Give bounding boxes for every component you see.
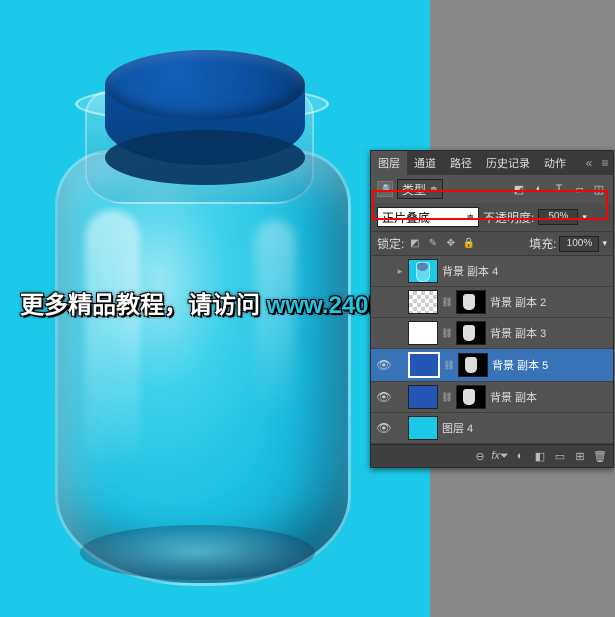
link-icon[interactable]: ⛓ [442, 392, 452, 402]
fx-icon[interactable]: fx⏷ [491, 448, 509, 464]
visibility-toggle[interactable]: 👁 [376, 389, 392, 405]
layer-name[interactable]: 背景 副本 2 [490, 294, 546, 310]
tab-channels[interactable]: 通道 [407, 151, 443, 175]
filter-type-label: 类型 [402, 181, 426, 198]
layer-row[interactable]: ⛓ 背景 副本 2 [371, 287, 613, 318]
lock-all-icon[interactable]: 🔒 [461, 236, 476, 251]
panel-menu-icon[interactable]: ≡ [597, 151, 613, 175]
layer-name[interactable]: 图层 4 [442, 420, 473, 436]
link-icon[interactable]: ⛓ [444, 360, 454, 370]
filter-row: 🔎 类型 ≑ ◩ ◐ T ▱ ◫ [371, 175, 613, 203]
filter-adjust-icon[interactable]: ◐ [531, 181, 547, 197]
lock-transparency-icon[interactable]: ◩ [407, 236, 422, 251]
group-icon[interactable]: ▭ [551, 448, 569, 464]
filter-type-icon[interactable]: T [551, 181, 567, 197]
layer-row[interactable]: 👁 ⛓ 背景 副本 5 [371, 349, 613, 382]
visibility-toggle[interactable]: 👁 [376, 420, 392, 436]
link-icon[interactable]: ⛓ [442, 328, 452, 338]
visibility-toggle[interactable]: 👁 [376, 357, 392, 373]
new-layer-icon[interactable]: ⊞ [571, 448, 589, 464]
tab-layers[interactable]: 图层 [371, 151, 407, 175]
layer-mask-thumbnail[interactable] [456, 321, 486, 345]
layer-name[interactable]: 背景 副本 5 [492, 357, 548, 373]
layer-thumbnail[interactable] [408, 259, 438, 283]
filter-shape-icon[interactable]: ▱ [571, 181, 587, 197]
blend-mode-dropdown[interactable]: 正片叠底 ≑ [377, 207, 479, 227]
link-icon[interactable]: ⛓ [442, 297, 452, 307]
mask-icon[interactable]: ◐ [511, 448, 529, 464]
layer-name[interactable]: 背景 副本 [490, 389, 537, 405]
group-chevron-icon[interactable]: ▸ [396, 266, 404, 277]
filter-type-dropdown[interactable]: 类型 ≑ [397, 179, 443, 199]
layer-row[interactable]: ▸ 背景 副本 4 [371, 256, 613, 287]
layer-thumbnail[interactable] [408, 290, 438, 314]
tab-actions[interactable]: 动作 [537, 151, 573, 175]
tab-paths[interactable]: 路径 [443, 151, 479, 175]
lock-label: 锁定: [377, 235, 404, 252]
panel-footer: ⊖ fx⏷ ◐ ◧ ▭ ⊞ 🗑 [371, 444, 613, 467]
watermark-cn: 更多精品教程，请访问 [20, 292, 267, 319]
tab-history[interactable]: 历史记录 [479, 151, 537, 175]
fill-value[interactable]: 100% [559, 236, 599, 252]
blend-mode-value: 正片叠底 [382, 209, 430, 226]
visibility-toggle[interactable] [376, 263, 392, 279]
filter-smart-icon[interactable]: ◫ [591, 181, 607, 197]
layer-row[interactable]: 👁 ⛓ 背景 副本 [371, 382, 613, 413]
layer-mask-thumbnail[interactable] [456, 385, 486, 409]
layers-list: ▸ 背景 副本 4 ⛓ 背景 副本 2 ⛓ 背景 副本 3 👁 ⛓ 背景 副本 5 👁 ⛓ 背景 副本… [371, 256, 613, 444]
layer-thumbnail[interactable] [408, 416, 438, 440]
blend-row: 正片叠底 ≑ 不透明度: 50% ▾ [371, 203, 613, 231]
fill-slider-icon[interactable]: ▾ [602, 238, 607, 249]
layer-thumbnail[interactable] [408, 385, 438, 409]
layer-name[interactable]: 背景 副本 3 [490, 325, 546, 341]
layer-mask-thumbnail[interactable] [458, 353, 488, 377]
delete-layer-icon[interactable]: 🗑 [591, 448, 609, 464]
opacity-slider-icon[interactable]: ▾ [582, 212, 587, 223]
layers-panel: 图层 通道 路径 历史记录 动作 « ≡ 🔎 类型 ≑ ◩ ◐ T ▱ ◫ [370, 150, 614, 468]
opacity-value[interactable]: 50% [538, 209, 578, 225]
layer-thumbnail[interactable] [408, 321, 438, 345]
layer-row[interactable]: ⛓ 背景 副本 3 [371, 318, 613, 349]
chevron-down-icon: ≑ [430, 184, 438, 195]
adjustment-icon[interactable]: ◧ [531, 448, 549, 464]
visibility-toggle[interactable] [376, 294, 392, 310]
lock-row: 锁定: ◩ ✎ ✥ 🔒 填充: 100% ▾ [371, 231, 613, 256]
panel-tabs: 图层 通道 路径 历史记录 动作 « ≡ [371, 151, 613, 175]
opacity-label: 不透明度: [483, 209, 534, 226]
search-icon[interactable]: 🔎 [377, 181, 393, 197]
visibility-toggle[interactable] [376, 325, 392, 341]
filter-pixel-icon[interactable]: ◩ [511, 181, 527, 197]
layer-row[interactable]: 👁 图层 4 [371, 413, 613, 444]
panel-collapse-icon[interactable]: « [581, 151, 597, 175]
fill-label: 填充: [529, 235, 556, 252]
layer-mask-thumbnail[interactable] [456, 290, 486, 314]
layer-name[interactable]: 背景 副本 4 [442, 263, 498, 279]
chevron-down-icon: ≑ [466, 212, 474, 223]
link-layers-icon[interactable]: ⊖ [471, 448, 489, 464]
layer-thumbnail[interactable] [408, 352, 440, 378]
lock-paint-icon[interactable]: ✎ [425, 236, 440, 251]
lock-position-icon[interactable]: ✥ [443, 236, 458, 251]
